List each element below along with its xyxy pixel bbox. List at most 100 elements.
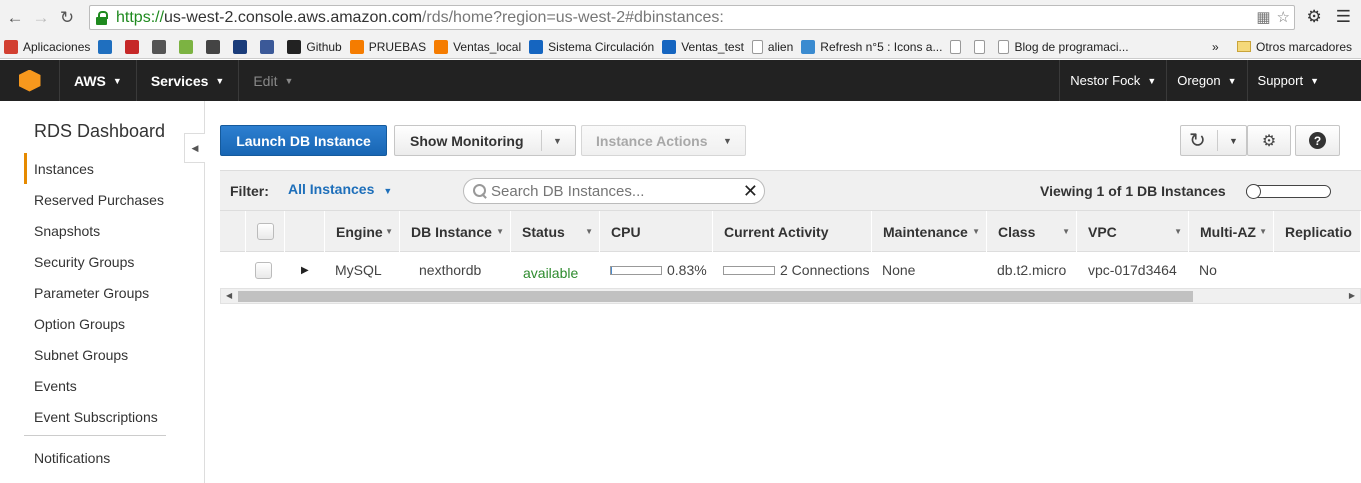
column-multi-az[interactable]: Multi-AZ ▼ [1189,211,1274,252]
column-label: Multi-AZ [1200,223,1256,240]
bookmark-item[interactable] [974,39,990,54]
sidebar-divider [24,435,166,436]
bookmark-item[interactable]: Github [287,39,342,54]
cell-vpc: vpc-017d3464 [1088,262,1177,278]
xampp-icon [434,39,449,54]
sidebar-item-reserved-purchases[interactable]: Reserved Purchases [24,184,166,215]
chevron-down-icon: ▼ [284,75,294,86]
bookmark-label: Sistema Circulación [548,39,655,54]
sidebar-item-snapshots[interactable]: Snapshots [24,215,166,246]
filter-bar: Filter: All Instances ▼ ✕ Viewing 1 of 1 … [220,170,1361,211]
cell-multi-az: No [1199,262,1217,278]
toggle-switch[interactable] [1246,184,1331,199]
filter-label: Filter: [230,183,269,199]
bookmark-item[interactable] [179,39,198,54]
row-checkbox[interactable] [255,261,272,279]
reload-icon[interactable]: ↻ [56,7,78,29]
support-menu[interactable]: Support ▼ [1246,60,1361,101]
bookmark-item[interactable]: alien [751,39,793,54]
column-maintenance[interactable]: Maintenance ▼ [872,211,987,252]
forward-icon[interactable]: → [30,7,52,29]
column-cpu[interactable]: CPU [600,211,713,252]
bookmark-asterisk-icon [152,39,167,54]
bookmark-item[interactable] [233,39,252,54]
bookmark-item[interactable]: Aplicaciones [4,39,90,54]
refresh-button[interactable]: ↻ ▼ [1180,125,1247,156]
collapse-sidebar-icon[interactable]: ◀ [184,133,205,163]
select-all-checkbox[interactable] [256,223,274,240]
bookmark-green-icon [179,39,194,54]
bookmark-item[interactable] [950,39,966,54]
settings-gear-icon[interactable]: ⚙ [1247,125,1291,156]
bookmark-item[interactable]: Ventas_local [434,39,521,54]
help-icon[interactable]: ? [1295,125,1340,156]
column-replication[interactable]: Replicatio [1274,211,1361,252]
cell-status: available [523,265,579,281]
bookmark-item[interactable]: PRUEBAS [349,39,426,54]
scroll-right-icon[interactable]: ▶ [1349,291,1355,300]
aws-menu[interactable]: AWS ▼ [60,60,137,101]
column-current-activity[interactable]: Current Activity [713,211,872,252]
star-icon[interactable]: ☆ [1277,8,1290,26]
services-menu[interactable]: Services ▼ [137,60,240,101]
column-status[interactable]: Status ▼ [511,211,600,252]
horizontal-scrollbar[interactable]: ◀ ▶ [220,288,1361,304]
url-protocol: https:// [116,8,165,26]
chevron-down-icon: ▼ [112,75,122,86]
instance-actions-button[interactable]: Instance Actions ▼ [581,125,746,156]
bookmark-globe-icon [233,39,248,54]
scrollbar-thumb[interactable] [238,291,1193,302]
sidebar-item-security-groups[interactable]: Security Groups [24,246,166,277]
sidebar-title[interactable]: RDS Dashboard [34,121,165,142]
globe-icon [801,39,816,54]
menu-icon[interactable]: ☰ [1336,7,1351,27]
column-class[interactable]: Class ▼ [987,211,1077,252]
translate-icon[interactable]: ▦ [1256,8,1270,26]
settings-gear-icon[interactable]: ⚙ [1307,7,1322,27]
bookmark-item[interactable] [125,39,144,54]
bookmark-item[interactable]: Blog de programaci... [998,39,1129,54]
expand-row-icon[interactable]: ▶ [301,252,309,288]
sidebar-item-subnet-groups[interactable]: Subnet Groups [24,339,166,370]
bookmark-label: Blog de programaci... [1014,39,1129,54]
bookmark-item[interactable] [206,39,225,54]
sidebar-item-events[interactable]: Events [24,370,166,401]
sidebar-item-instances[interactable]: Instances [24,153,166,184]
sidebar-item-parameter-groups[interactable]: Parameter Groups [24,277,166,308]
bookmark-item[interactable]: Sistema Circulación [529,39,655,54]
column-vpc[interactable]: VPC ▼ [1077,211,1189,252]
other-bookmarks-folder[interactable]: Otros marcadores [1237,40,1352,54]
chevron-down-icon[interactable]: ▼ [553,136,562,146]
aws-logo-icon[interactable] [0,60,60,101]
user-menu[interactable]: Nestor Fock ▼ [1059,60,1166,101]
page-icon [974,39,986,54]
scroll-left-icon[interactable]: ◀ [226,291,232,300]
services-menu-label: Services [150,72,209,89]
chevron-down-icon[interactable]: ▼ [1229,136,1238,146]
edit-menu[interactable]: Edit ▼ [239,60,307,101]
sidebar-item-notifications[interactable]: Notifications [24,442,166,473]
search-input[interactable] [491,182,741,200]
show-monitoring-button[interactable]: Show Monitoring ▼ [394,125,576,156]
launch-db-instance-button[interactable]: Launch DB Instance [220,125,387,156]
close-icon[interactable]: ✕ [743,181,758,202]
column-label: Status [522,223,565,240]
bookmark-item[interactable]: Refresh n°5 : Icons a... [801,39,942,54]
aws-menu-label: AWS [74,72,106,89]
bookmark-item[interactable] [152,39,171,54]
region-menu[interactable]: Oregon ▼ [1166,60,1246,101]
bookmark-item[interactable] [260,39,279,54]
address-bar[interactable]: https://us-west-2.console.aws.amazon.com… [89,5,1295,30]
toggle-knob[interactable] [1246,184,1261,199]
table-header: Engine ▼ DB Instance ▼ Status ▼ CPU Current… [220,211,1361,252]
column-db-instance[interactable]: DB Instance ▼ [400,211,511,252]
filter-dropdown[interactable]: All Instances ▼ [288,181,392,197]
column-engine[interactable]: Engine ▼ [325,211,400,252]
bookmark-item[interactable]: Ventas_test [662,39,744,54]
back-icon[interactable]: ← [4,7,26,29]
more-bookmarks-button[interactable]: » [1212,40,1219,54]
sidebar-item-option-groups[interactable]: Option Groups [24,308,166,339]
bookmark-item[interactable] [98,39,117,54]
table-row[interactable]: ▶ MySQL nexthordb available 0.83% 2 Conn… [220,252,1361,288]
sidebar-item-event-subscriptions[interactable]: Event Subscriptions [24,401,166,432]
